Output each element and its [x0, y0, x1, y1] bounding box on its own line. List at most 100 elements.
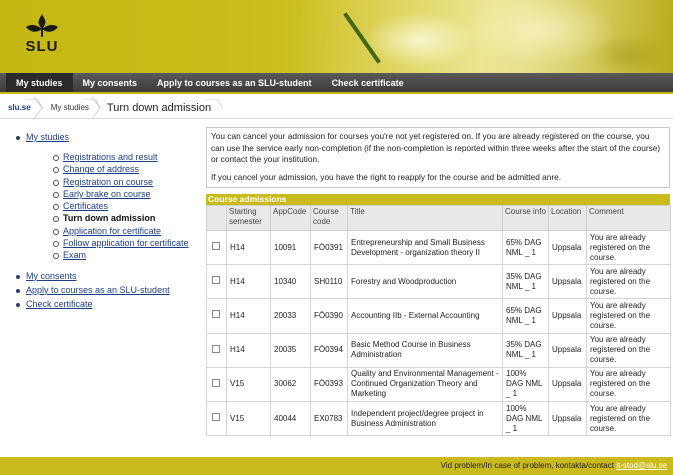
info-paragraph: You can cancel your admission for course…: [211, 131, 661, 165]
sidebar-link-registration-course[interactable]: Registration on course: [63, 177, 153, 187]
table-row: V15 30062 FÖ0393 Quality and Environment…: [206, 366, 671, 402]
tab-check-certificate[interactable]: Check certificate: [322, 73, 414, 92]
sidebar-link-follow-application[interactable]: Follow application for certificate: [63, 238, 189, 248]
sidebar-link-my-consents[interactable]: My consents: [26, 271, 77, 281]
footer: Vid problem/In case of problem, kontakta…: [0, 457, 673, 475]
sidebar-subitem: Registration on course: [52, 176, 194, 188]
table-body: H14 10091 FÖ0391 Entrepreneurship and Sm…: [206, 229, 671, 437]
sidebar-link-exam[interactable]: Exam: [63, 250, 86, 260]
breadcrumb-home[interactable]: slu.se: [0, 96, 43, 119]
tab-my-consents[interactable]: My consents: [73, 73, 148, 92]
cell-appcode: 40044: [270, 400, 311, 437]
cell-course-info: 35% DAG NML _ 1: [502, 332, 549, 368]
cell-course-code: EX0783: [310, 400, 348, 437]
cell-appcode: 20035: [270, 332, 311, 368]
cell-comment: You are already registered on the course…: [586, 332, 671, 368]
sidebar-current-turn-down: Turn down admission: [63, 213, 156, 224]
cell-comment: You are already registered on the course…: [586, 229, 671, 266]
column-header-course-info: Course info: [502, 205, 549, 231]
course-admissions-caption: Course admissions: [206, 194, 670, 205]
cell-course-code: FÖ0393: [310, 366, 348, 402]
cell-appcode: 10340: [270, 264, 311, 300]
row-select-cell: [206, 298, 227, 334]
cell-location: Uppsala: [548, 298, 587, 334]
sidebar-link-change-address[interactable]: Change of address: [63, 164, 139, 174]
column-header-title: Title: [347, 205, 503, 231]
sidebar-item-apply: Apply to courses as an SLU-student: [14, 285, 194, 295]
column-header-select: [206, 205, 227, 231]
cell-comment: You are already registered on the course…: [586, 264, 671, 300]
row-checkbox[interactable]: [212, 276, 220, 285]
row-checkbox[interactable]: [212, 413, 220, 422]
breadcrumb-home-label[interactable]: slu.se: [8, 103, 31, 112]
row-checkbox[interactable]: [212, 344, 220, 353]
footer-email-link[interactable]: it-stod@slu.se: [616, 461, 667, 470]
cell-title: Accounting IIb - External Accounting: [347, 298, 503, 334]
sidebar: My studies Registrations and result Chan…: [14, 132, 194, 313]
cell-comment: You are already registered on the course…: [586, 400, 671, 437]
cell-title: Entrepreneurship and Small Business Deve…: [347, 229, 503, 266]
cell-course-code: SH0110: [310, 264, 348, 300]
row-checkbox[interactable]: [212, 242, 220, 251]
course-admissions-panel: Course admissions Starting semester AppC…: [206, 194, 671, 437]
cell-location: Uppsala: [548, 229, 587, 266]
cell-comment: You are already registered on the course…: [586, 366, 671, 402]
sidebar-link-certificates[interactable]: Certificates: [63, 201, 108, 211]
cell-course-info: 35% DAG NML _ 1: [502, 264, 549, 300]
sidebar-link-check-certificate[interactable]: Check certificate: [26, 299, 93, 309]
sidebar-link-my-studies[interactable]: My studies: [26, 132, 69, 142]
row-select-cell: [206, 229, 227, 266]
row-select-cell: [206, 264, 227, 300]
column-header-appcode: AppCode: [270, 205, 311, 231]
sidebar-link-early-brake[interactable]: Early brake on course: [63, 189, 151, 199]
cell-location: Uppsala: [548, 400, 587, 437]
cell-location: Uppsala: [548, 332, 587, 368]
table-row: H14 20033 FÖ0390 Accounting IIb - Extern…: [206, 298, 671, 334]
cell-course-info: 100% DAG NML _ 1: [502, 400, 549, 437]
cell-semester: H14: [226, 332, 271, 368]
breadcrumb: slu.se My studies Turn down admission: [0, 96, 673, 119]
sidebar-submenu: Registrations and result Change of addre…: [26, 151, 194, 262]
breadcrumb-current: Turn down admission: [101, 97, 223, 119]
breadcrumb-section-label[interactable]: My studies: [51, 103, 89, 112]
sidebar-subitem: Early brake on course: [52, 188, 194, 200]
column-header-course-code: Course code: [310, 205, 348, 231]
row-select-cell: [206, 332, 227, 368]
cell-title: Basic Method Course in Business Administ…: [347, 332, 503, 368]
sidebar-subitem: Follow application for certificate: [52, 237, 194, 249]
table-row: H14 20035 FÖ0394 Basic Method Course in …: [206, 332, 671, 368]
sidebar-link-application-certificate[interactable]: Application for certificate: [63, 226, 161, 236]
sidebar-link-registrations[interactable]: Registrations and result: [63, 152, 158, 162]
main-nav: My studies My consents Apply to courses …: [0, 73, 673, 94]
sidebar-subitem: Change of address: [52, 163, 194, 175]
tab-my-studies[interactable]: My studies: [6, 73, 73, 92]
cell-appcode: 10091: [270, 229, 311, 266]
row-select-cell: [206, 400, 227, 437]
column-header-comment: Comment: [586, 205, 671, 231]
info-paragraph: If you cancel your admission, you have t…: [211, 171, 562, 182]
table-row: H14 10340 SH0110 Forestry and Woodproduc…: [206, 264, 671, 300]
tab-apply-courses[interactable]: Apply to courses as an SLU-student: [147, 73, 322, 92]
sidebar-item-check-certificate: Check certificate: [14, 299, 194, 309]
cell-semester: H14: [226, 264, 271, 300]
slu-logo-text: SLU: [25, 38, 59, 55]
row-checkbox[interactable]: [212, 310, 220, 319]
cell-semester: H14: [226, 229, 271, 266]
cell-title: Independent project/degree project in Bu…: [347, 400, 503, 437]
sidebar-item-my-consents: My consents: [14, 271, 194, 281]
sidebar-subitem: Application for certificate: [52, 225, 194, 237]
cell-location: Uppsala: [548, 366, 587, 402]
breadcrumb-section[interactable]: My studies: [43, 96, 101, 119]
table-row: V15 40044 EX0783 Independent project/deg…: [206, 400, 671, 437]
breadcrumb-separator-icon: [33, 96, 43, 119]
cell-course-info: 100% DAG NML _ 1: [502, 366, 549, 402]
sidebar-subitem: Registrations and result: [52, 151, 194, 163]
header-banner: SLU: [0, 0, 673, 73]
row-checkbox[interactable]: [212, 378, 220, 387]
course-admissions-table: Starting semester AppCode Course code Ti…: [206, 205, 671, 437]
cell-comment: You are already registered on the course…: [586, 298, 671, 334]
cell-semester: H14: [226, 298, 271, 334]
sidebar-link-apply[interactable]: Apply to courses as an SLU-student: [26, 285, 170, 295]
cell-title: Forestry and Woodproduction: [347, 264, 503, 300]
table-row: H14 10091 FÖ0391 Entrepreneurship and Sm…: [206, 229, 671, 266]
